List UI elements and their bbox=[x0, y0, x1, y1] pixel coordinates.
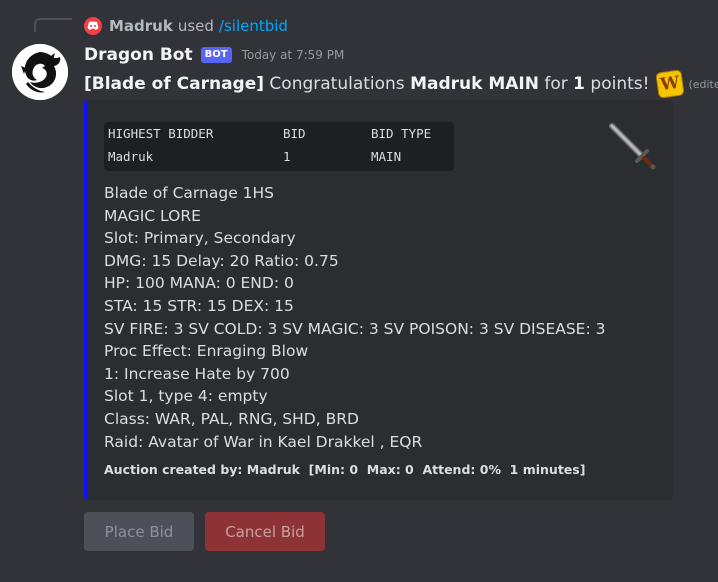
detail-line: MAGIC LORE bbox=[104, 206, 201, 225]
message-header: Dragon Bot BOT Today at 7:59 PM bbox=[84, 43, 344, 67]
cell-bidder: Madruk bbox=[108, 149, 154, 164]
reply-reference[interactable]: Madruk used /silentbid bbox=[84, 15, 288, 37]
table-row: Madruk 1 MAIN bbox=[108, 148, 401, 166]
detail-line: STA: 15 STR: 15 DEX: 15 bbox=[104, 296, 294, 315]
bot-name[interactable]: Dragon Bot bbox=[84, 45, 193, 65]
detail-line: Slot 1, type 4: empty bbox=[104, 387, 268, 406]
item-details: Blade of Carnage 1HS MAGIC LORE Slot: Pr… bbox=[104, 182, 606, 453]
sword-icon[interactable] bbox=[606, 120, 658, 172]
points-value: 1 bbox=[573, 74, 586, 94]
detail-line: Proc Effect: Enraging Blow bbox=[104, 342, 309, 361]
item-name: [Blade of Carnage] bbox=[84, 74, 265, 94]
place-bid-button[interactable]: Place Bid bbox=[84, 512, 194, 551]
reply-username[interactable]: Madruk bbox=[109, 17, 173, 35]
detail-line: Raid: Avatar of War in Kael Drakkel , EQ… bbox=[104, 432, 423, 451]
cell-bid-type: MAIN bbox=[371, 149, 402, 164]
detail-line: Slot: Primary, Secondary bbox=[104, 229, 296, 248]
reply-used-text: used bbox=[177, 17, 214, 35]
header-bid-type: BID TYPE bbox=[371, 126, 432, 141]
discord-icon bbox=[84, 17, 102, 35]
reply-command[interactable]: /silentbid bbox=[219, 17, 288, 35]
bid-table-header: HIGHEST BIDDER BID BID TYPE bbox=[108, 125, 431, 143]
bot-avatar[interactable] bbox=[12, 44, 68, 100]
cell-bid: 1 bbox=[283, 149, 291, 164]
winner-name: Madruk MAIN bbox=[410, 74, 539, 94]
points-text: points! bbox=[590, 74, 650, 94]
detail-line: HP: 100 MANA: 0 END: 0 bbox=[104, 274, 294, 293]
for-text: for bbox=[544, 74, 568, 94]
detail-line: Blade of Carnage 1HS bbox=[104, 184, 275, 202]
message-content: [Blade of Carnage] Congratulations Madru… bbox=[84, 69, 718, 99]
bot-badge: BOT bbox=[200, 47, 232, 63]
reply-connector bbox=[34, 18, 72, 32]
dragon-icon bbox=[12, 44, 68, 100]
message-timestamp[interactable]: Today at 7:59 PM bbox=[242, 48, 345, 62]
winner-emoji-icon: W bbox=[655, 69, 686, 99]
edited-marker: (edited) bbox=[688, 77, 718, 91]
embed-footer: Auction created by: Madruk [Min: 0 Max: … bbox=[104, 462, 586, 477]
detail-line: Class: WAR, PAL, RNG, SHD, BRD bbox=[104, 409, 359, 428]
header-bid: BID bbox=[283, 126, 306, 141]
auction-embed: HIGHEST BIDDER BID BID TYPE Madruk 1 MAI… bbox=[84, 100, 673, 500]
bid-table: HIGHEST BIDDER BID BID TYPE Madruk 1 MAI… bbox=[104, 122, 454, 171]
cancel-bid-button[interactable]: Cancel Bid bbox=[205, 512, 325, 551]
congrats-text: Congratulations bbox=[269, 74, 405, 94]
header-highest-bidder: HIGHEST BIDDER bbox=[108, 126, 214, 141]
detail-line: DMG: 15 Delay: 20 Ratio: 0.75 bbox=[104, 251, 339, 270]
detail-line: 1: Increase Hate by 700 bbox=[104, 364, 290, 383]
detail-line: SV FIRE: 3 SV COLD: 3 SV MAGIC: 3 SV POI… bbox=[104, 319, 606, 338]
